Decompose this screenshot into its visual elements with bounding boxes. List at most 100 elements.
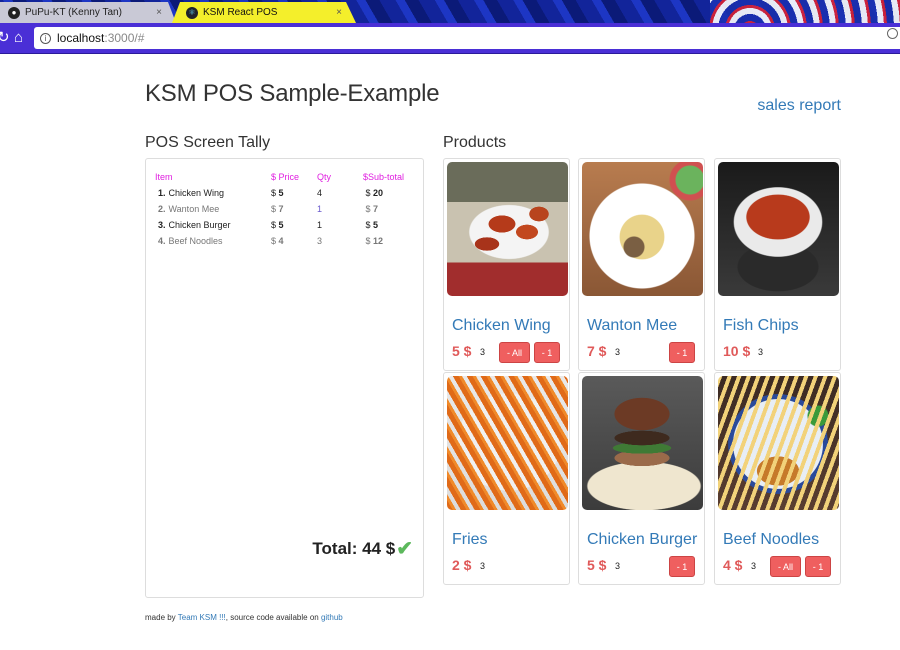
- tally-header-row: Item $ Price Qty $Sub-total: [155, 169, 413, 185]
- table-row: 1. Chicken Wing $ 5 4 $ 20: [155, 185, 413, 201]
- url-path: :3000/#: [104, 31, 145, 45]
- product-image[interactable]: [582, 376, 703, 510]
- remove-one-button[interactable]: - 1: [534, 342, 560, 363]
- team-link[interactable]: Team KSM !!!: [178, 613, 226, 622]
- currency-symbol: $: [365, 204, 371, 214]
- header-price: $ Price: [271, 172, 300, 182]
- row-item: Beef Noodles: [168, 236, 223, 246]
- product-card-chicken-burger[interactable]: Chicken Burger 5 $ 3 - 1: [578, 372, 705, 585]
- product-card-wanton-mee[interactable]: Wanton Mee 7 $ 3 - 1: [578, 158, 705, 371]
- header-qty: Qty: [317, 172, 332, 182]
- theme-decoration: [710, 0, 900, 23]
- row-qty: 3: [317, 236, 323, 246]
- remove-one-button[interactable]: - 1: [669, 556, 695, 577]
- product-price: 5 $: [587, 557, 607, 573]
- product-image[interactable]: [447, 376, 568, 510]
- total-amount: Total: 44 $ ✔: [312, 539, 413, 559]
- product-image[interactable]: [447, 162, 568, 296]
- row-index: 1.: [158, 188, 166, 198]
- product-name[interactable]: Fries: [452, 531, 488, 549]
- product-name[interactable]: Beef Noodles: [723, 531, 819, 549]
- footer-prefix: made by: [145, 613, 178, 622]
- currency-symbol: $: [271, 204, 277, 214]
- url-field[interactable]: i localhost:3000/#: [34, 27, 900, 49]
- remove-one-button[interactable]: - 1: [669, 342, 695, 363]
- product-name[interactable]: Chicken Burger: [587, 531, 697, 549]
- row-qty: 1: [317, 204, 323, 214]
- table-row: 3. Chicken Burger $ 5 1 $ 5: [155, 217, 413, 233]
- row-qty: 1: [317, 220, 323, 230]
- product-qty: 3: [615, 347, 621, 357]
- currency-symbol: $: [271, 236, 277, 246]
- tally-heading: POS Screen Tally: [145, 134, 271, 151]
- page-title: KSM POS Sample-Example: [145, 80, 440, 107]
- product-price: 7 $: [587, 343, 607, 359]
- header-item: Item: [155, 172, 173, 182]
- currency-symbol: $: [271, 220, 277, 230]
- product-price: 10 $: [723, 343, 751, 359]
- product-card-fish-chips[interactable]: Fish Chips 10 $ 3: [714, 158, 841, 371]
- product-image[interactable]: [718, 162, 839, 296]
- product-image[interactable]: [718, 376, 839, 510]
- row-subtotal: 12: [373, 236, 384, 246]
- remove-one-button[interactable]: - 1: [805, 556, 831, 577]
- product-card-beef-noodles[interactable]: Beef Noodles 4 $ 3 - All - 1: [714, 372, 841, 585]
- row-subtotal: 20: [373, 188, 384, 198]
- product-name[interactable]: Wanton Mee: [587, 317, 677, 335]
- react-icon: ⚛: [186, 6, 198, 19]
- page-content: KSM POS Sample-Example sales report POS …: [0, 54, 900, 650]
- row-index: 4.: [158, 236, 166, 246]
- check-icon: ✔: [396, 537, 413, 560]
- products-heading: Products: [443, 134, 507, 151]
- row-price: 5: [278, 188, 284, 198]
- zoom-icon[interactable]: [887, 28, 898, 39]
- currency-symbol: $: [365, 188, 371, 198]
- total-label: Total: 44 $: [312, 539, 396, 558]
- info-icon[interactable]: i: [40, 32, 51, 44]
- tally-table: Item $ Price Qty $Sub-total 1. Chicken Wi…: [155, 169, 413, 249]
- row-item: Chicken Wing: [168, 188, 225, 198]
- product-name[interactable]: Fish Chips: [723, 317, 799, 335]
- product-price: 4 $: [723, 557, 743, 573]
- product-qty: 3: [758, 347, 764, 357]
- currency-symbol: $: [365, 220, 371, 230]
- tally-panel: Item $ Price Qty $Sub-total 1. Chicken Wi…: [145, 158, 424, 598]
- remove-all-button[interactable]: - All: [770, 556, 801, 577]
- row-price: 7: [278, 204, 284, 214]
- product-image[interactable]: [582, 162, 703, 296]
- home-icon[interactable]: ⌂: [14, 30, 23, 46]
- row-subtotal: 7: [373, 204, 379, 214]
- tab-github[interactable]: ● PuPu-KT (Kenny Tan) ×: [0, 2, 176, 23]
- currency-symbol: $: [365, 236, 371, 246]
- github-icon: ●: [8, 6, 20, 19]
- reload-icon[interactable]: ↻: [0, 30, 10, 46]
- row-qty: 4: [317, 188, 323, 198]
- close-tab-icon[interactable]: ×: [336, 7, 342, 18]
- product-card-fries[interactable]: Fries 2 $ 3: [443, 372, 570, 585]
- row-subtotal: 5: [373, 220, 379, 230]
- tab-ksm-react-pos[interactable]: ⚛ KSM React POS ×: [172, 2, 356, 23]
- header-subtotal: $Sub-total: [363, 172, 405, 182]
- url-host: localhost: [57, 31, 105, 45]
- close-tab-icon[interactable]: ×: [156, 7, 162, 18]
- row-item: Chicken Burger: [168, 220, 231, 230]
- product-price: 2 $: [452, 557, 472, 573]
- tab-label: PuPu-KT (Kenny Tan): [25, 7, 122, 18]
- tab-label: KSM React POS: [203, 7, 278, 18]
- remove-all-button[interactable]: - All: [499, 342, 530, 363]
- sales-report-link[interactable]: sales report: [757, 97, 841, 115]
- github-link[interactable]: github: [321, 613, 343, 622]
- row-item: Wanton Mee: [168, 204, 220, 214]
- product-card-chicken-wing[interactable]: Chicken Wing 5 $ 3 - All - 1: [443, 158, 570, 371]
- product-price: 5 $: [452, 343, 472, 359]
- footer-middle: , source code available on: [225, 613, 321, 622]
- product-qty: 3: [751, 561, 757, 571]
- product-qty: 3: [615, 561, 621, 571]
- footer: made by Team KSM !!!, source code availa…: [145, 613, 343, 622]
- address-bar: ↻ ⌂ i localhost:3000/#: [0, 23, 900, 54]
- table-row: 4. Beef Noodles $ 4 3 $ 12: [155, 233, 413, 249]
- row-index: 3.: [158, 220, 166, 230]
- currency-symbol: $: [271, 188, 277, 198]
- row-price: 5: [278, 220, 284, 230]
- product-name[interactable]: Chicken Wing: [452, 317, 551, 335]
